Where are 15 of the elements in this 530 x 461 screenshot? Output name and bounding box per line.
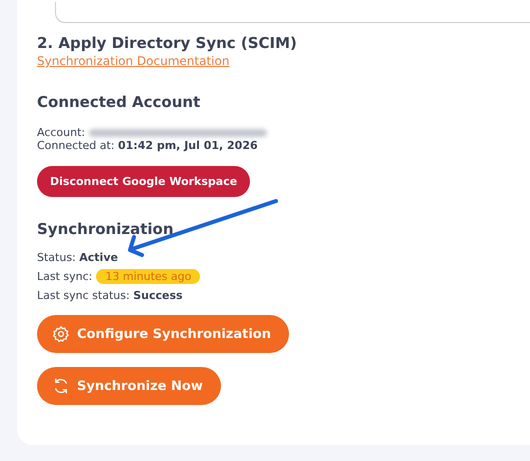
status-text: Status: Active — [37, 251, 118, 264]
time-badge: 13 minutes ago — [96, 269, 200, 284]
disconnect-button[interactable]: Disconnect Google Workspace — [37, 166, 250, 197]
refresh-icon — [52, 377, 70, 395]
connected-account-heading: Connected Account — [37, 92, 200, 112]
documentation-link[interactable]: Synchronization Documentation — [37, 54, 230, 68]
last-sync-label: Last sync: — [37, 270, 92, 283]
account-label: Account: — [37, 126, 86, 139]
sync-action-button[interactable]: Synchronize Now — [37, 367, 221, 405]
gear-icon — [52, 325, 70, 343]
synchronization-heading: Synchronization — [37, 219, 174, 239]
sync-action-button[interactable]: Configure Synchronization — [37, 315, 289, 353]
status-text: Last sync status: Success — [37, 289, 183, 302]
section-title: 2. Apply Directory Sync (SCIM) — [37, 33, 297, 53]
connected-at-text: Connected at: 01:42 pm, Jul 01, 2026 — [37, 139, 258, 152]
